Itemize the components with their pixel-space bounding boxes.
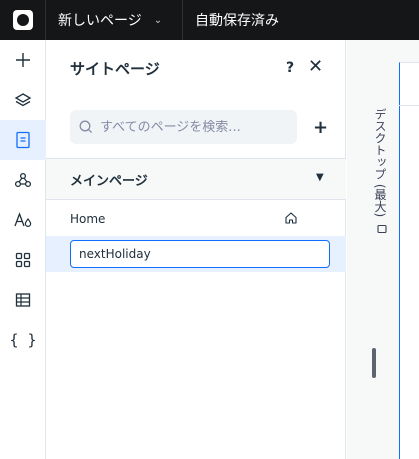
scrollbar-handle[interactable]: [372, 348, 376, 378]
help-button[interactable]: ?: [286, 60, 294, 76]
page-item-home[interactable]: Home: [46, 201, 346, 237]
page-search: [70, 110, 297, 144]
logo-icon: [12, 10, 33, 30]
breakpoint-label: デスクトップ (最大): [373, 108, 387, 218]
rename-page-input[interactable]: [70, 240, 330, 268]
theme-icon: [14, 212, 32, 227]
code-icon: { }: [9, 331, 37, 349]
page-item-editing: [46, 236, 346, 272]
top-bar: 新しいページ ⌄ 自動保存済み: [0, 0, 419, 40]
apps-icon: [15, 252, 31, 268]
panel-title: サイトページ: [70, 60, 160, 78]
apps-button[interactable]: [0, 240, 46, 280]
pages-icon: [16, 131, 30, 149]
search-icon: [79, 120, 93, 134]
page-selector-label: 新しいページ: [58, 13, 142, 29]
design-button[interactable]: [0, 160, 46, 200]
theme-button[interactable]: [0, 200, 46, 240]
cms-button[interactable]: [0, 280, 46, 320]
layers-button[interactable]: [0, 80, 46, 120]
add-page-button[interactable]: +: [313, 117, 328, 138]
pages-button[interactable]: [0, 120, 46, 160]
layers-icon: [14, 93, 32, 107]
add-elements-button[interactable]: [0, 40, 46, 80]
design-icon: [14, 172, 32, 188]
table-icon: [15, 293, 31, 307]
autosave-status: 自動保存済み: [195, 13, 279, 29]
site-pages-panel: サイトページ ? ✕ + メインページ ▼ Home: [46, 40, 346, 459]
add-icon: [16, 53, 30, 67]
main-pages-section-header[interactable]: メインページ ▼: [46, 158, 346, 200]
close-button[interactable]: ✕: [308, 56, 323, 77]
page-label: Home: [70, 212, 106, 226]
desktop-device-icon: [377, 224, 387, 234]
section-title: メインページ: [70, 173, 148, 189]
stage-header-strip: [399, 62, 419, 106]
home-icon: [285, 212, 297, 224]
left-toolbar: { }: [0, 40, 46, 459]
logo-button[interactable]: [0, 0, 46, 40]
collapse-triangle-icon: ▼: [316, 172, 324, 183]
page-selector[interactable]: 新しいページ ⌄: [46, 0, 183, 40]
page-stage[interactable]: [399, 62, 419, 459]
search-input[interactable]: [100, 119, 280, 135]
code-button[interactable]: { }: [0, 320, 46, 360]
chevron-down-icon: ⌄: [153, 14, 163, 26]
